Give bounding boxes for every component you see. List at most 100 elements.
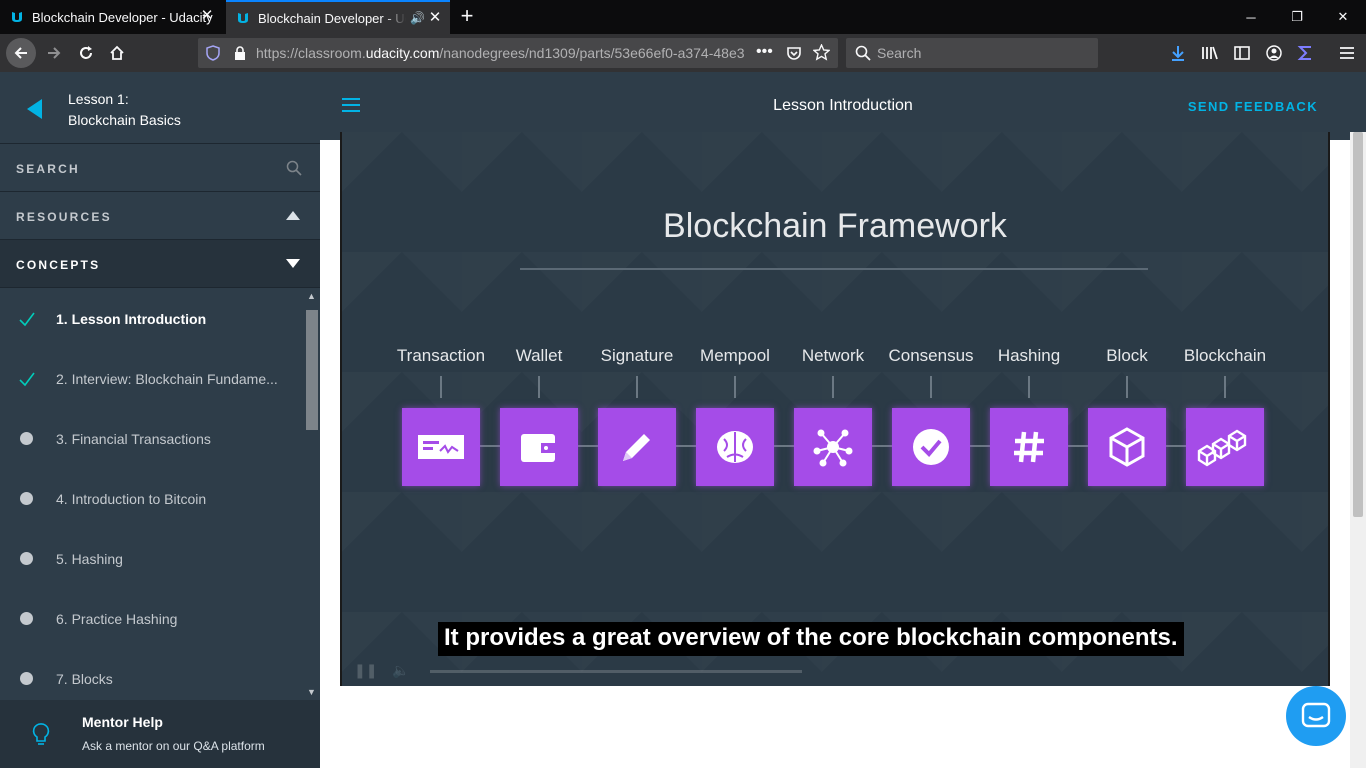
back-arrow-icon[interactable] [27,99,42,119]
incomplete-dot-icon [20,552,33,565]
connector-stem [930,376,932,398]
connector-stem [832,376,834,398]
download-icon [1172,46,1184,61]
chat-launcher-button[interactable] [1286,686,1346,746]
component-wallet: Wallet [490,346,588,486]
slide-title: Blockchain Framework [663,207,1007,245]
sidebar-icon [1234,46,1250,60]
concept-item[interactable]: 5. Hashing [0,528,304,588]
caret-down-icon [286,259,300,268]
menu-button[interactable] [1333,39,1361,67]
incomplete-dot-icon [20,492,33,505]
minimize-button[interactable]: ─ [1228,0,1274,34]
tab-title: Blockchain Developer - Udacity [258,10,406,26]
shield-icon[interactable] [206,45,220,61]
checkmark-icon [19,372,35,387]
lock-icon[interactable] [234,46,246,60]
connector-stem [440,376,442,398]
reload-button[interactable] [72,39,100,67]
home-button[interactable] [103,39,131,67]
udacity-logo-icon [238,13,248,23]
page-scrollbar[interactable] [1350,132,1366,768]
url-bar[interactable]: https://classroom.udacity.com/nanodegree… [198,38,838,68]
tab-blockchain-developer-2[interactable]: Blockchain Developer - Udacity 🔊 ✕ [226,0,450,34]
incomplete-dot-icon [20,612,33,625]
concept-item[interactable]: 3. Financial Transactions [0,408,304,468]
tab-title: Blockchain Developer - Udacity [32,9,213,25]
send-feedback-button[interactable]: SEND FEEDBACK [1188,99,1318,114]
resources-label: RESOURCES [16,210,112,224]
concept-item[interactable]: 6. Practice Hashing [0,588,304,648]
restore-button[interactable]: ❐ [1274,0,1320,34]
mentor-help[interactable]: Mentor Help Ask a mentor on our Q&A plat… [0,700,320,768]
brain-icon [696,408,774,486]
component-consensus: Consensus [882,346,980,486]
reload-icon [80,46,92,59]
back-button[interactable] [6,38,36,68]
forward-button[interactable] [40,39,68,67]
sidebar-search[interactable]: SEARCH [0,144,320,192]
concept-item[interactable]: 2. Interview: Blockchain Fundame... [0,348,304,408]
component-blockchain: Blockchain [1176,346,1274,486]
caret-up-icon [286,211,300,220]
scroll-down-icon[interactable]: ▼ [307,687,316,697]
lesson-name: Blockchain Basics [68,112,181,128]
library-button[interactable] [1196,39,1224,67]
search-label: SEARCH [16,162,80,176]
concept-list: 1. Lesson Introduction 2. Interview: Blo… [0,288,304,700]
star-icon[interactable] [813,44,830,61]
search-placeholder: Search [877,45,922,61]
concept-item[interactable]: 7. Blocks [0,648,304,700]
account-icon [1266,45,1282,61]
close-tab-icon[interactable]: ✕ [200,8,214,23]
search-icon[interactable] [286,160,302,176]
check-payment-icon [402,408,480,486]
pocket-icon[interactable] [786,45,802,61]
video-player[interactable]: Blockchain Framework Transaction Wallet … [340,132,1330,686]
close-window-button[interactable]: ✕ [1320,0,1366,34]
page-actions-icon[interactable]: ••• [756,43,773,61]
concept-label: 6. Practice Hashing [56,611,178,627]
concept-label: 2. Interview: Blockchain Fundame... [56,371,278,387]
concept-label: 1. Lesson Introduction [56,311,207,327]
connector-stem [1126,376,1128,398]
pause-icon[interactable]: ❚❚ [354,662,377,679]
connector-stem [538,376,540,398]
component-hashing: Hashing [980,346,1078,486]
scrollbar-thumb[interactable] [1353,132,1363,517]
extension-button[interactable] [1292,39,1320,67]
sigma-extension-icon [1297,46,1311,60]
downloads-button[interactable] [1164,39,1192,67]
main-content: Lesson Introduction SEND FEEDBACK Blockc… [320,72,1366,768]
tab-blockchain-developer-1[interactable]: Blockchain Developer - Udacity ✕ [0,0,222,34]
concept-item[interactable]: 1. Lesson Introduction [0,288,304,348]
lesson-number: Lesson 1: [68,91,129,107]
new-tab-button[interactable]: + [456,5,478,27]
browser-nav-bar: https://classroom.udacity.com/nanodegree… [0,34,1366,72]
sidebar-toggle-button[interactable] [1228,39,1256,67]
connector-stem [1028,376,1030,398]
speaker-icon[interactable]: 🔊 [410,11,425,25]
concept-list-scrollbar[interactable]: ▲ ▼ [304,288,320,700]
component-block: Block [1078,346,1176,486]
video-progress-bar[interactable] [430,670,802,673]
scroll-up-icon[interactable]: ▲ [307,291,316,301]
url-text[interactable]: https://classroom.udacity.com/nanodegree… [256,45,746,61]
lesson-header[interactable]: Lesson 1: Blockchain Basics [0,72,320,144]
library-icon [1202,46,1218,60]
volume-icon[interactable]: 🔈 [392,662,409,679]
browser-search-field[interactable]: Search [846,38,1098,68]
lightbulb-icon [32,723,50,745]
concepts-toggle[interactable]: CONCEPTS [0,240,320,288]
scrollbar-thumb[interactable] [306,310,318,430]
udacity-logo-icon [12,12,22,22]
video-controls[interactable]: ❚❚ 🔈 [342,658,1328,686]
mentor-help-title: Mentor Help [82,714,163,730]
account-button[interactable] [1260,39,1288,67]
resources-toggle[interactable]: RESOURCES [0,192,320,240]
checkmark-circle-icon [892,408,970,486]
close-tab-icon[interactable]: ✕ [428,10,442,25]
component-network: Network [784,346,882,486]
component-transaction: Transaction [392,346,490,486]
concept-item[interactable]: 4. Introduction to Bitcoin [0,468,304,528]
